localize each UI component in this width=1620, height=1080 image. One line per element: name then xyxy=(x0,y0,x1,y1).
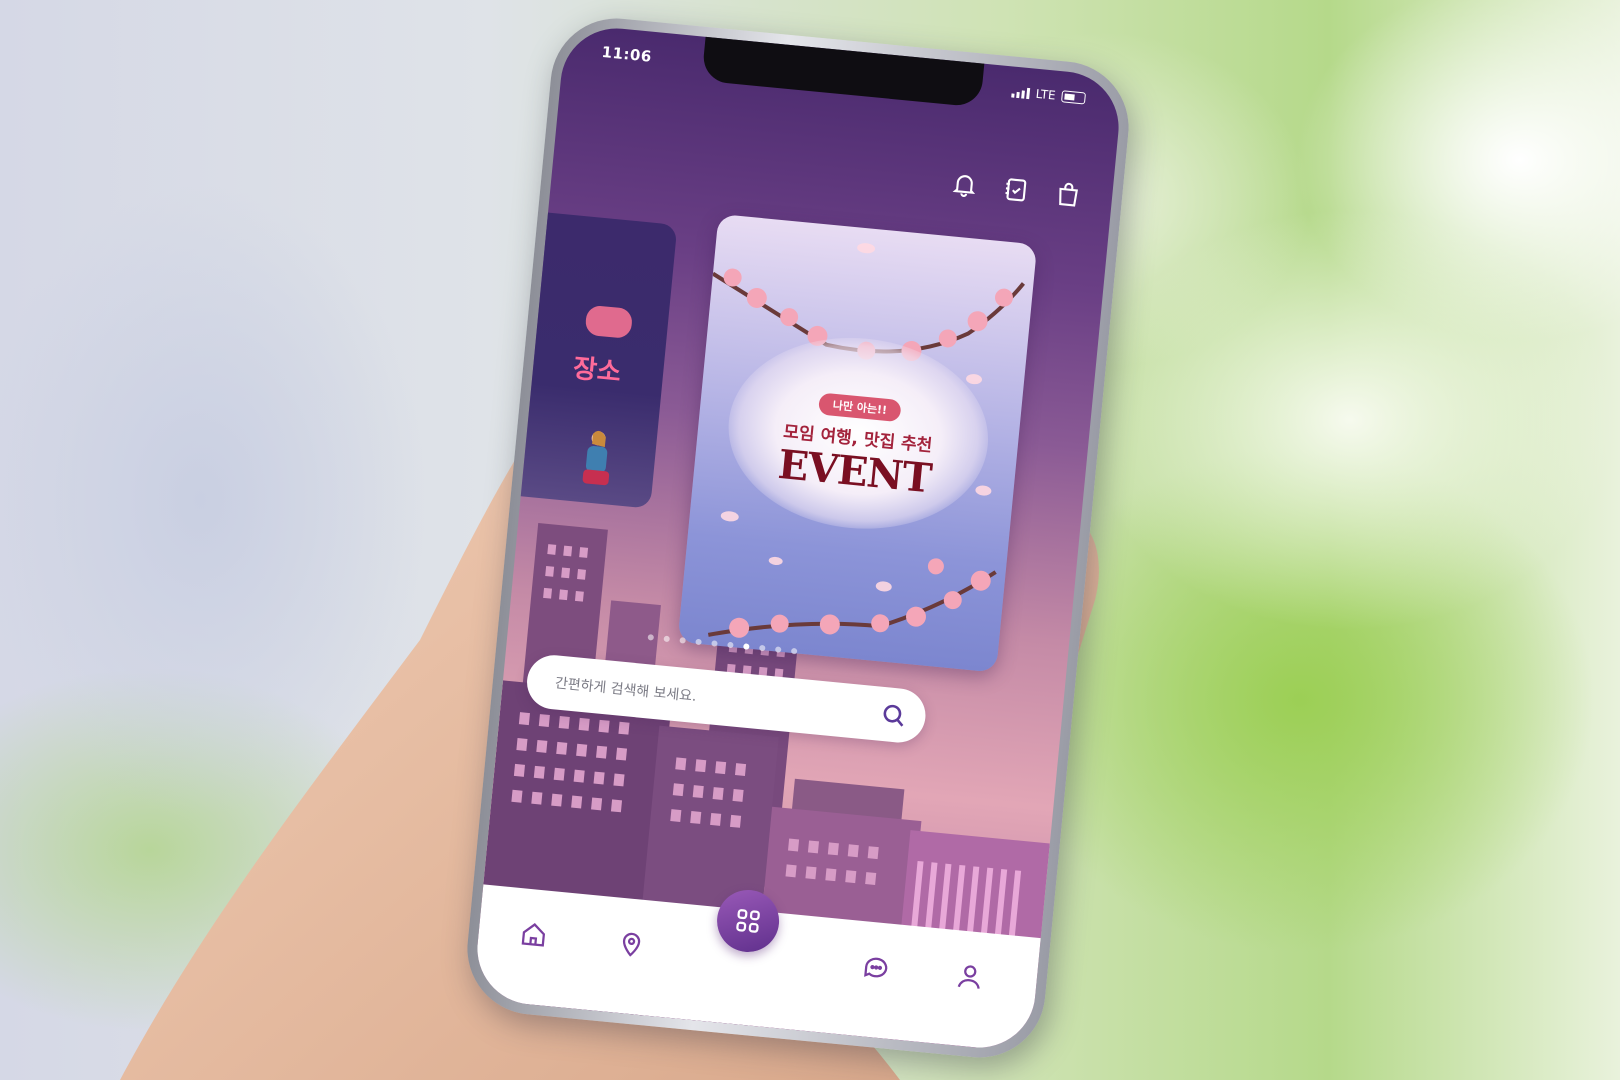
pagination-dot[interactable] xyxy=(647,634,655,641)
battery-icon xyxy=(1060,90,1087,105)
pagination-dot[interactable] xyxy=(663,635,671,643)
photo-scene: 11:06 LTE 장소 나만 아는!! 모임 여행, 맛집 추천 EVENT … xyxy=(0,0,1620,1080)
location-pin-icon[interactable] xyxy=(615,928,648,961)
search-input[interactable]: 간편하게 검색해 보세요. xyxy=(554,672,697,706)
pagination-dot[interactable] xyxy=(774,646,782,653)
pagination-dot-active[interactable] xyxy=(743,643,750,650)
pagination-dot[interactable] xyxy=(695,638,702,646)
pagination-dot[interactable] xyxy=(711,640,718,647)
person-illustration xyxy=(582,430,610,486)
pagination-dot[interactable] xyxy=(759,644,766,652)
pagination-dot[interactable] xyxy=(727,641,734,649)
shopping-bag-icon[interactable] xyxy=(1053,179,1084,210)
top-action-bar xyxy=(949,169,1083,210)
diary-icon[interactable] xyxy=(1001,174,1032,205)
bell-icon[interactable] xyxy=(949,169,980,200)
search-icon[interactable] xyxy=(878,700,909,731)
speech-bubble-badge xyxy=(584,304,634,340)
status-indicators: LTE xyxy=(1011,84,1087,105)
banner-card-event[interactable]: 나만 아는!! 모임 여행, 맛집 추천 EVENT xyxy=(677,213,1038,673)
pagination-dot[interactable] xyxy=(679,637,686,644)
signal-icon xyxy=(1011,86,1031,99)
phone-frame: 11:06 LTE 장소 나만 아는!! 모임 여행, 맛집 추천 EVENT … xyxy=(461,12,1135,1064)
app-screen: 11:06 LTE 장소 나만 아는!! 모임 여행, 맛집 추천 EVENT … xyxy=(472,23,1124,1053)
banner-card-previous-title: 장소 xyxy=(571,353,623,389)
chat-icon[interactable] xyxy=(860,951,893,984)
menu-grid-icon xyxy=(736,909,760,933)
status-time: 11:06 xyxy=(600,42,653,66)
home-icon[interactable] xyxy=(517,918,550,951)
network-label: LTE xyxy=(1035,86,1057,103)
profile-icon[interactable] xyxy=(953,960,986,993)
pagination-dot[interactable] xyxy=(790,647,798,655)
